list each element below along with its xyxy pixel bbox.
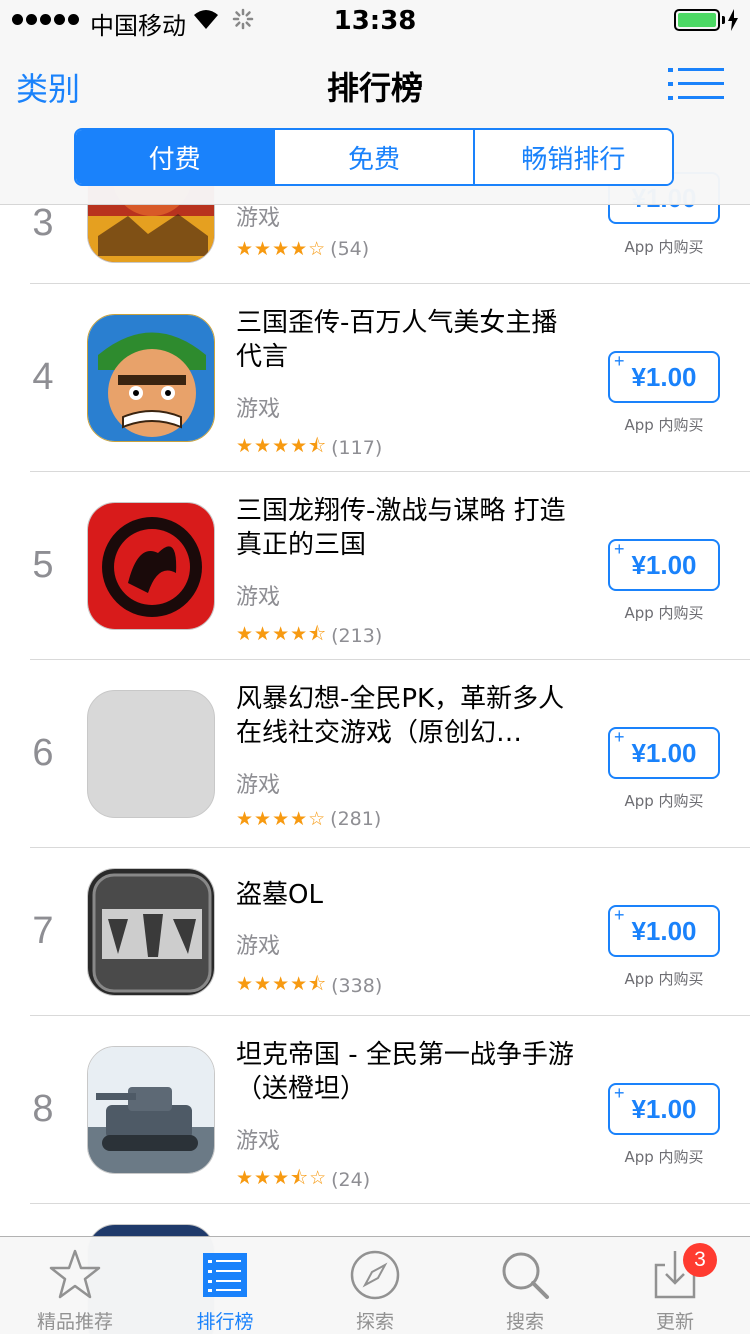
segment-top-grossing[interactable]: 畅销排行 [472,130,672,184]
separator [30,1203,750,1204]
price-label: ¥1.00 [631,915,697,946]
compass-icon [350,1250,400,1300]
price-label: ¥1.00 [631,549,697,580]
rank-number: 3 [32,202,54,244]
tab-search[interactable]: 搜索 [450,1237,600,1334]
segment-paid[interactable]: 付费 [76,130,274,184]
in-app-purchase-label: App 内购买 [624,1148,704,1166]
app-icon [87,868,215,996]
app-name: 盗墓OL [236,880,323,910]
app-rating: ★★★★☆ (54) [236,238,369,260]
charging-bolt-icon [728,9,738,31]
separator [30,283,750,284]
rank-number: 7 [32,910,54,952]
app-rating: ★★★⯪☆ (24) [236,1164,370,1196]
price-button[interactable]: + ¥1.00 [608,1083,720,1135]
rating-count: (24) [331,1169,371,1191]
top-charts-icon [203,1253,247,1297]
separator [30,471,750,472]
price-label: ¥1.00 [631,737,697,768]
price-label: ¥1.00 [631,361,697,392]
battery-icon [674,9,720,31]
tab-label: 搜索 [505,1311,544,1333]
tab-label: 精品推荐 [36,1311,113,1333]
app-category: 游戏 [236,397,281,422]
search-icon [502,1252,549,1299]
rank-number: 4 [32,356,54,398]
rating-stars: ★★★★⯪ [236,435,328,457]
app-category: 游戏 [236,1129,281,1154]
rating-stars: ★★★★☆ [236,238,327,260]
rating-stars: ★★★★⯪ [236,623,328,645]
app-name: 风暴幻想-全民PK，革新多人在线社交游戏（原创幻… [236,684,565,748]
rating-stars: ★★★★⯪ [236,973,328,995]
tab-featured[interactable]: 精品推荐 [0,1237,150,1334]
separator [30,1015,750,1016]
in-app-purchase-label: App 内购买 [624,238,704,256]
separator [30,659,750,660]
price-button[interactable]: + ¥1.00 [608,727,720,779]
rating-count: (213) [331,625,383,647]
list-icon[interactable] [668,64,724,104]
updates-count-badge: 3 [683,1243,717,1277]
clock: 13:38 [333,6,417,36]
rank-number: 8 [32,1088,54,1130]
rating-count: (338) [331,975,383,997]
tab-explore[interactable]: 探索 [300,1237,450,1334]
star-icon [49,1249,101,1299]
rating-count: (54) [330,238,370,260]
status-bar: 中国移动 13:38 [0,0,750,40]
app-icon [87,1046,215,1174]
page-title: 排行榜 [326,69,423,107]
app-name: 三国龙翔传-激战与谋略 打造真正的三国 [236,496,566,560]
app-category: 游戏 [236,773,281,798]
separator [30,847,750,848]
tab-label: 更新 [655,1311,694,1333]
price-button[interactable]: + ¥1.00 [608,351,720,403]
app-rating: ★★★★☆ (281) [236,808,381,830]
tab-top-charts[interactable]: 排行榜 [150,1237,300,1334]
price-button[interactable]: + ¥1.00 [608,905,720,957]
in-app-purchase-label: App 内购买 [624,416,704,434]
in-app-purchase-label: App 内购买 [624,970,704,988]
rating-stars: ★★★⯪☆ [236,1167,328,1189]
in-app-purchase-label: App 内购买 [624,792,704,810]
rank-number: 6 [32,732,54,774]
rating-stars: ★★★★☆ [236,808,327,830]
segment-free[interactable]: 免费 [273,130,473,184]
rating-count: (117) [331,437,383,459]
app-name: 坦克帝国 - 全民第一战争手游（送橙坦） [236,1040,574,1104]
app-icon [87,314,215,442]
tab-label: 排行榜 [196,1311,254,1333]
tab-bar: 精品推荐 排行榜 探索 搜索 3 更新 [0,1236,750,1334]
app-rating: ★★★★⯪ (117) [236,432,382,464]
app-rating: ★★★★⯪ (213) [236,620,382,652]
rank-number: 5 [32,544,54,586]
app-rating: ★★★★⯪ (338) [236,970,382,1002]
app-category: 游戏 [236,585,281,610]
in-app-purchase-label: App 内购买 [624,604,704,622]
app-category: 游戏 [236,934,281,959]
price-button[interactable]: + ¥1.00 [608,539,720,591]
tab-label: 探索 [355,1311,394,1333]
app-name: 三国歪传-百万人气美女主播代言 [236,308,558,372]
app-icon-placeholder [87,690,215,818]
tab-updates[interactable]: 3 更新 [600,1237,750,1334]
rating-count: (281) [330,808,382,830]
chart-type-segmented-control: 付费 免费 畅销排行 [74,128,674,186]
app-icon [87,502,215,630]
price-label: ¥1.00 [631,1093,697,1124]
